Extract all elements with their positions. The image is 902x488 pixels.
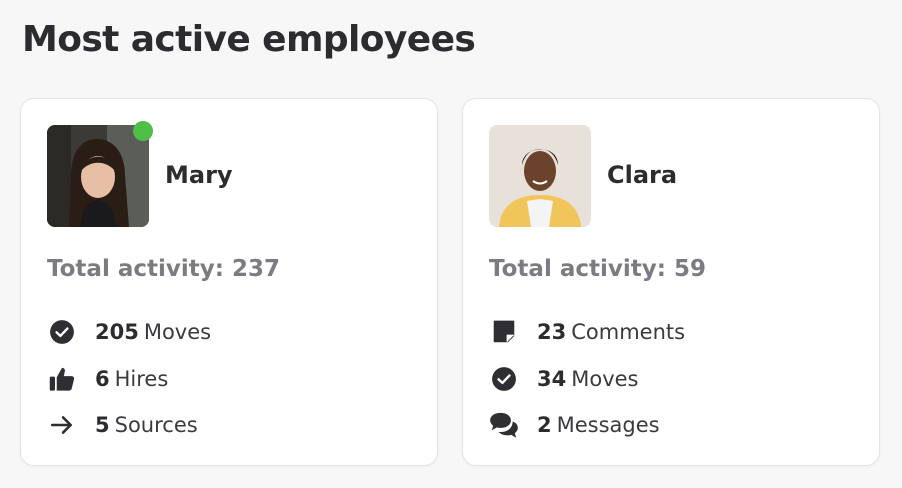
stat-label: Moves [143,320,212,344]
total-activity: Total activity: 59 [489,256,706,282]
stat-label: Sources [114,413,198,437]
total-activity: Total activity: 237 [47,256,280,282]
stat-moves: 205 Moves [47,315,211,349]
stat-label: Moves [571,367,639,391]
stat-count: 23 [537,320,567,344]
stat-label: Comments [571,320,686,344]
online-status-dot [133,121,153,141]
avatar[interactable] [47,125,149,227]
avatar[interactable] [489,125,591,227]
employee-card-mary[interactable]: Mary Total activity: 237 205 Moves 6 Hir… [20,98,438,466]
arrow-right-icon [47,410,77,440]
stat-sources: 5 Sources [47,408,198,442]
stat-hires: 6 Hires [47,362,168,396]
note-icon [489,317,519,347]
employee-card-clara[interactable]: Clara Total activity: 59 23 Comments 34 … [462,98,880,466]
employee-name[interactable]: Mary [165,159,233,191]
stat-count: 205 [95,320,139,344]
stat-count: 2 [537,413,552,437]
stat-comments: 23 Comments [489,315,685,349]
page-title: Most active employees [22,19,476,60]
thumbs-up-icon [47,364,77,394]
stat-count: 6 [95,367,110,391]
chat-bubbles-icon [489,410,519,440]
employee-name[interactable]: Clara [607,159,677,191]
stat-label: Hires [114,367,169,391]
check-circle-icon [489,364,519,394]
stat-messages: 2 Messages [489,408,660,442]
stat-label: Messages [556,413,660,437]
stat-count: 5 [95,413,110,437]
stat-moves: 34 Moves [489,362,639,396]
check-circle-icon [47,317,77,347]
stat-count: 34 [537,367,567,391]
